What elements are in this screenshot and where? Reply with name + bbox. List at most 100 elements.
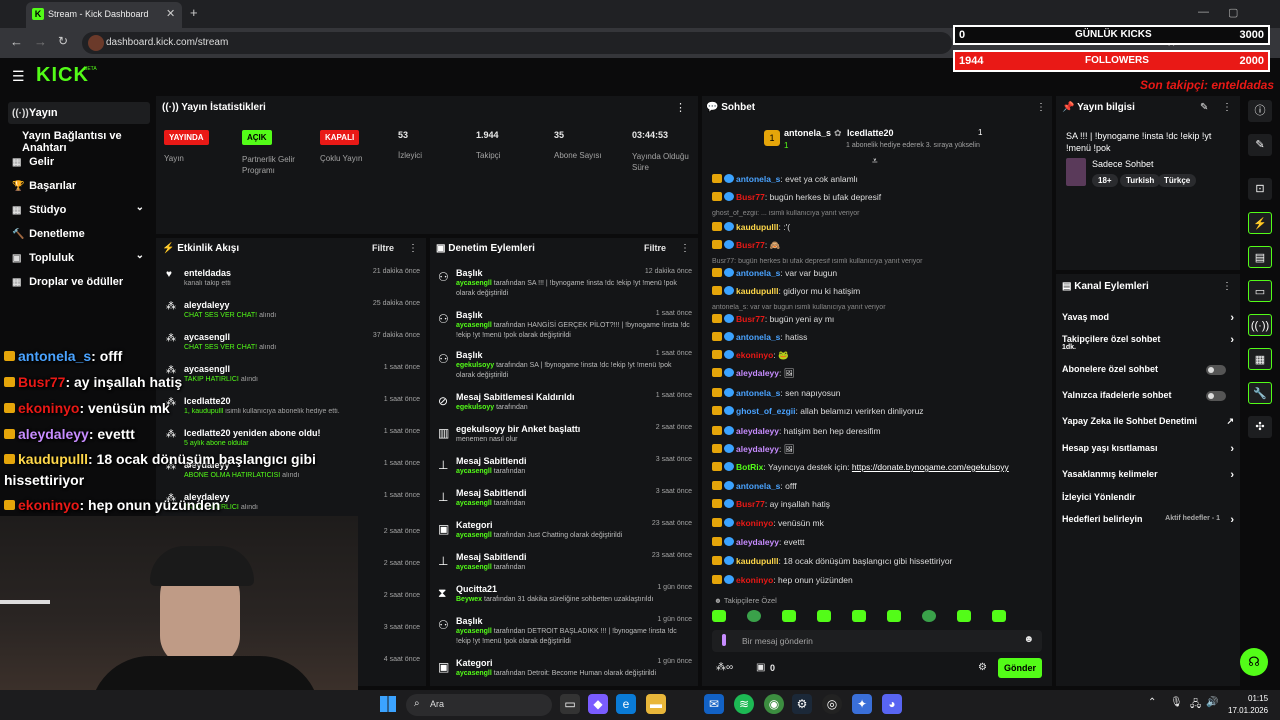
sidebar-item-gelir[interactable]: ▦ Gelir (8, 154, 150, 176)
emote[interactable] (992, 610, 1006, 622)
broadcast-icon[interactable]: ((·)) (1248, 314, 1272, 336)
moderator-name[interactable]: aycasengll (456, 468, 492, 475)
site-info-icon[interactable] (88, 35, 104, 51)
channel-action[interactable]: Hedefleri belirleyin Aktif hedefler - 1 › (1062, 514, 1234, 532)
chat-username[interactable]: Busr77 (736, 192, 765, 202)
back-icon[interactable]: ← (10, 34, 23, 49)
puzzle-icon[interactable]: ✣ (1248, 416, 1272, 438)
clock-date[interactable]: 17.01.2026 (1228, 706, 1268, 715)
channel-action[interactable]: Hesap yaşı kısıtlaması › (1062, 443, 1234, 461)
toggle-switch[interactable] (1206, 365, 1226, 375)
sidebar-item-denetleme[interactable]: 🔨 Denetleme (8, 226, 150, 248)
gift-icon[interactable]: ▣ (756, 662, 765, 673)
chat-username[interactable]: ekoninyo (736, 518, 773, 528)
clock-time[interactable]: 01:15 (1248, 694, 1268, 703)
channel-action[interactable]: Abonelere özel sohbet (1062, 364, 1234, 382)
chat-username[interactable]: antonela_s (736, 481, 780, 491)
chat-username[interactable]: Busr77 (736, 499, 765, 509)
task-view-icon[interactable]: ▭ (560, 694, 580, 714)
moderation-icon[interactable]: ▤ (1248, 246, 1272, 268)
tray-arrow-icon[interactable]: ⌃ (1148, 697, 1156, 708)
moderator-name[interactable]: aycasengll (456, 500, 492, 507)
browser-maximize-icon[interactable]: ▢ (1228, 6, 1238, 19)
app-icon[interactable]: ✦ (852, 694, 872, 714)
tray-volume-icon[interactable]: 🔊 (1206, 697, 1218, 708)
moderation-filter-button[interactable]: Filtre (644, 243, 666, 253)
lightning-icon[interactable]: ⚡ (1248, 212, 1272, 234)
moderator-name[interactable]: Beywex (456, 596, 482, 603)
sidebar-item-yayin[interactable]: ((·)) Yayın (8, 102, 150, 124)
moderator-name[interactable]: aycasengll (456, 670, 492, 677)
chat-username[interactable]: antonela_s (736, 388, 780, 398)
chat-username[interactable]: aleydaleyy (736, 444, 779, 454)
channel-points-icon[interactable]: ⁂∞ (716, 662, 733, 673)
moderator-name[interactable]: aycasengll (456, 322, 492, 329)
chat-username[interactable]: Busr77 (736, 314, 765, 324)
chat-username[interactable]: Busr77 (736, 240, 765, 250)
browser-minimize-icon[interactable]: — (1198, 6, 1209, 18)
activity-filter-button[interactable]: Filtre (372, 243, 394, 253)
chat-username[interactable]: kaudupulll (736, 222, 779, 232)
more-icon[interactable]: ⋮ (1222, 102, 1232, 113)
menu-icon[interactable]: ☰ (12, 68, 25, 85)
kick-logo[interactable]: KICK (36, 64, 89, 87)
emote[interactable] (817, 610, 831, 622)
emoji-icon[interactable]: ☻ (1023, 634, 1034, 645)
chat-username[interactable]: BotRix (736, 462, 763, 472)
obs-icon[interactable]: ◎ (822, 694, 842, 714)
folder-icon[interactable]: ▬ (646, 694, 666, 714)
chat-username[interactable]: kaudupulll (736, 286, 779, 296)
moderator-name[interactable]: aycasengll (456, 564, 492, 571)
chrome-icon[interactable]: ◉ (764, 694, 784, 714)
moderator-name[interactable]: egekulsoyy (456, 362, 494, 369)
close-tab-icon[interactable]: ✕ (166, 7, 175, 20)
channel-action[interactable]: İzleyici Yönlendir (1062, 492, 1234, 510)
edge-icon[interactable]: e (616, 694, 636, 714)
moderator-name[interactable]: aycasengll (456, 628, 492, 635)
chat-username[interactable]: aleydaleyy (736, 426, 779, 436)
sidebar-item-studyo[interactable]: ▦ Stüdyo ⌄ (8, 202, 150, 224)
taskbar-search[interactable]: ⌕ Ara (406, 694, 552, 716)
chat-username[interactable]: antonela_s (736, 174, 780, 184)
more-icon[interactable]: ⋮ (1222, 281, 1232, 292)
emote[interactable] (747, 610, 761, 622)
copilot-icon[interactable]: ◆ (588, 694, 608, 714)
steam-icon[interactable]: ⚙ (792, 694, 812, 714)
tray-mic-icon[interactable]: 🎙 (1170, 697, 1183, 708)
toggle-switch[interactable] (1206, 391, 1226, 401)
windows-start-icon[interactable] (380, 696, 396, 712)
channel-action[interactable]: Takipçilere özel sohbet 1dk. › (1062, 334, 1234, 352)
stats-icon[interactable]: ▦ (1248, 348, 1272, 370)
spotify-icon[interactable]: ≋ (734, 694, 754, 714)
more-icon[interactable]: ⋮ (1036, 102, 1046, 113)
reload-icon[interactable]: ↻ (58, 34, 68, 48)
emote[interactable] (852, 610, 866, 622)
chat-input[interactable]: Bir mesaj gönderin ☻ (712, 630, 1042, 652)
chat-username[interactable]: aleydaleyy (736, 537, 779, 547)
chat-username[interactable]: ghost_of_ezgii (736, 406, 796, 416)
chat-username[interactable]: aleydaleyy (736, 368, 779, 378)
mail-icon[interactable]: ✉ (704, 694, 724, 714)
new-tab-icon[interactable]: + (190, 5, 198, 20)
more-icon[interactable]: ⋮ (680, 243, 690, 254)
channel-action[interactable]: Yasaklanmış kelimeler › (1062, 469, 1234, 487)
info-icon[interactable]: ⓘ (1248, 100, 1272, 122)
emote[interactable] (887, 610, 901, 622)
emote[interactable] (712, 610, 726, 622)
more-icon[interactable]: ⋮ (408, 243, 418, 254)
emote[interactable] (922, 610, 936, 622)
settings-icon[interactable]: ⚙ (978, 662, 987, 673)
sidebar-item-basarilar[interactable]: 🏆 Başarılar (8, 178, 150, 200)
emote[interactable] (782, 610, 796, 622)
channel-action[interactable]: Yapay Zeka ile Sohbet Denetimi ↗ (1062, 416, 1234, 434)
tray-network-icon[interactable]: 🖧 (1190, 697, 1201, 714)
support-chat-button[interactable]: ☊ (1240, 648, 1268, 676)
moderator-name[interactable]: aycasengll (456, 280, 492, 287)
url-field[interactable]: dashboard.kick.com/stream (82, 32, 952, 54)
collapse-icon[interactable]: ⩡ (872, 156, 878, 167)
moderator-name[interactable]: aycasengll (456, 532, 492, 539)
sidebar-item-topluluk[interactable]: ▣ Topluluk ⌄ (8, 250, 150, 272)
channel-action[interactable]: Yavaş mod › (1062, 312, 1234, 330)
edit-icon[interactable]: ✎ (1248, 134, 1272, 156)
chat-username[interactable]: antonela_s (736, 268, 780, 278)
